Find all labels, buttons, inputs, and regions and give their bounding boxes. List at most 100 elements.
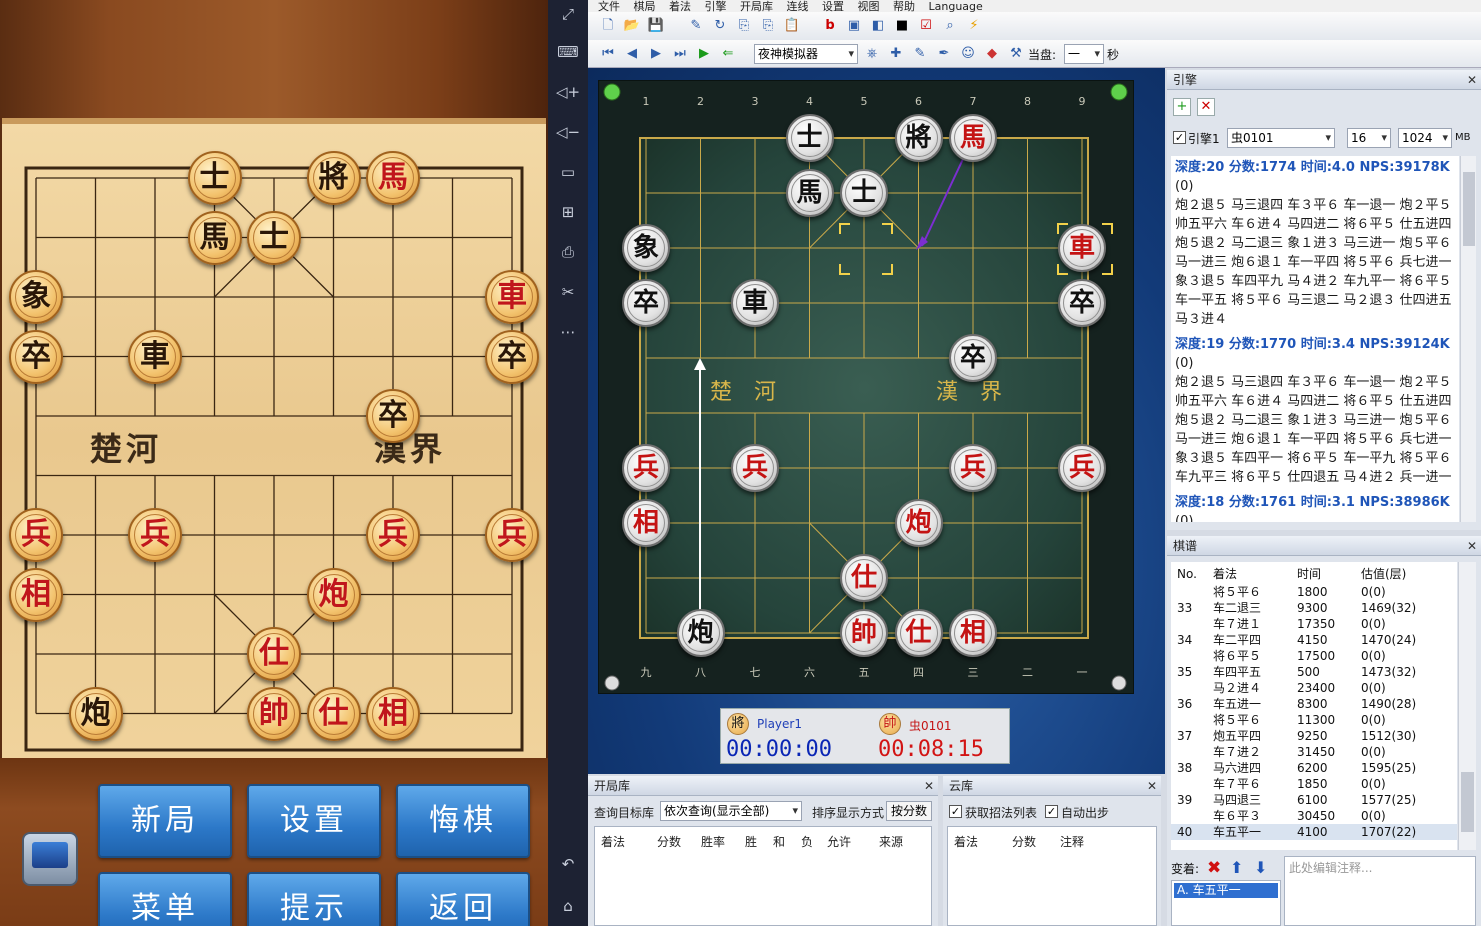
red-piece[interactable]: 相	[366, 686, 420, 741]
variation-list[interactable]: A. 车五平一	[1171, 880, 1281, 926]
user-icon[interactable]: ☺	[958, 44, 978, 64]
eraser-icon[interactable]: ◆	[982, 44, 1002, 64]
undo-button[interactable]: 悔棋	[396, 784, 530, 858]
table-row[interactable]: 37 炮五平四 9250 1512(30)	[1171, 728, 1457, 744]
fetch-list-checkbox[interactable]: ✓	[949, 805, 962, 818]
copy2-icon[interactable]: ⎘	[758, 16, 778, 36]
table-row[interactable]: 35 车四平五 500 1473(32)	[1171, 664, 1457, 680]
screen-icon[interactable]: ▭	[556, 160, 580, 184]
table-row[interactable]: 40 车五平一 4100 1707(22)	[1171, 824, 1457, 840]
wand-icon[interactable]: ⚒	[1006, 44, 1026, 64]
red-piece[interactable]: 兵	[1058, 444, 1106, 492]
black-piece[interactable]: 卒	[485, 329, 539, 384]
menu-engine[interactable]: 引擎	[705, 1, 727, 12]
play-icon[interactable]: ▶	[694, 44, 714, 64]
volume-up-icon[interactable]: ◁+	[556, 80, 580, 104]
first-move-icon[interactable]: ⏮	[598, 44, 618, 64]
move-down-icon[interactable]: ⬇	[1254, 858, 1267, 877]
table-row[interactable]: 车６平３ 30450 0(0)	[1171, 808, 1457, 824]
table-row[interactable]: 39 马四退三 6100 1577(25)	[1171, 792, 1457, 808]
black-piece[interactable]: 象	[622, 224, 670, 272]
hint-button[interactable]: 提示	[247, 872, 381, 926]
black-piece[interactable]: 車	[128, 329, 182, 384]
last-move-icon[interactable]: ⏭	[670, 44, 690, 64]
close-icon[interactable]: ✕	[1467, 536, 1477, 556]
table-row[interactable]: 马２进４ 23400 0(0)	[1171, 680, 1457, 696]
close-icon[interactable]: ✕	[1147, 776, 1157, 796]
cloud-table[interactable]: 着法 分数 注释	[947, 826, 1157, 926]
next-move-icon[interactable]: ▶	[646, 44, 666, 64]
moves-scrollbar[interactable]	[1458, 562, 1476, 850]
black-piece[interactable]: 士	[187, 151, 242, 205]
menu-language[interactable]: Language	[929, 1, 983, 12]
engine-output[interactable]: 深度:20 分数:1774 时间:4.0 NPS:39178K (0) 炮２退５…	[1171, 156, 1459, 522]
black-piece[interactable]: 象	[9, 270, 63, 324]
engine-scroll-thumb[interactable]	[1463, 172, 1475, 246]
engine-scrollbar[interactable]	[1460, 156, 1476, 522]
query-select[interactable]: 依次查询(显示全部)	[660, 801, 802, 821]
sort-button[interactable]: 按分数	[886, 801, 932, 821]
red-piece[interactable]: 相	[622, 499, 670, 547]
table-row[interactable]: 36 车五进一 8300 1490(28)	[1171, 696, 1457, 712]
new-file-icon[interactable]: 🗋	[598, 16, 618, 36]
menu-help[interactable]: 帮助	[893, 1, 915, 12]
black-piece[interactable]: 將	[894, 114, 943, 162]
engine-select[interactable]: 虫0101	[1227, 128, 1335, 148]
threads-select[interactable]: 16	[1347, 128, 1391, 148]
search-icon[interactable]: ⌕	[940, 16, 960, 36]
pen-icon[interactable]: ✒	[934, 44, 954, 64]
table-row[interactable]: 33 车二退三 9300 1469(32)	[1171, 600, 1457, 616]
red-piece[interactable]: 兵	[485, 508, 539, 562]
black-piece[interactable]: 卒	[1058, 279, 1106, 327]
black-piece[interactable]: 卒	[949, 334, 997, 382]
black-piece[interactable]: 卒	[9, 329, 63, 384]
table-row[interactable]: 车７进２ 31450 0(0)	[1171, 744, 1457, 760]
comment-field[interactable]: 此处编辑注释...	[1284, 856, 1476, 926]
moves-table[interactable]: No. 着法 时间 估值(层) 将５平６ 1800 0(0) 33 车二退三 9300 14…	[1171, 562, 1457, 850]
phone-board[interactable]: 楚河 漢界 士將馬馬士象車卒車卒卒兵兵兵兵相炮仕炮帥仕相	[2, 118, 546, 758]
prev-move-icon[interactable]: ◀	[622, 44, 642, 64]
black-piece[interactable]: 馬	[785, 169, 834, 217]
red-piece[interactable]: 馬	[366, 151, 420, 205]
black-piece[interactable]: 馬	[187, 210, 242, 265]
table-row[interactable]: 将５平６ 1800 0(0)	[1171, 584, 1457, 600]
window-icon[interactable]: ▣	[844, 16, 864, 36]
move-up-icon[interactable]: ⬆	[1230, 858, 1243, 877]
auto-move-checkbox[interactable]: ✓	[1045, 805, 1058, 818]
plus-icon[interactable]: ✚	[886, 44, 906, 64]
black-piece[interactable]: 士	[247, 210, 301, 265]
table-row[interactable]: 车７平６ 1850 0(0)	[1171, 776, 1457, 792]
volume-down-icon[interactable]: ◁−	[556, 120, 580, 144]
red-piece[interactable]: 兵	[949, 444, 997, 492]
lightning-icon[interactable]: ⚡	[964, 16, 984, 36]
hash-select[interactable]: 1024	[1398, 128, 1452, 148]
red-piece[interactable]: 仕	[894, 609, 943, 657]
menu-connect[interactable]: 连线	[787, 1, 809, 12]
red-piece[interactable]: 帥	[247, 686, 301, 741]
more-icon[interactable]: ⋯	[556, 320, 580, 344]
settings-button[interactable]: 设置	[247, 784, 381, 858]
engine-enable-checkbox[interactable]: ✓	[1173, 131, 1186, 144]
red-piece[interactable]: 炮	[894, 499, 943, 547]
save-icon[interactable]: 💾	[646, 16, 666, 36]
open-folder-icon[interactable]: 📂	[622, 16, 642, 36]
red-piece[interactable]: 相	[949, 609, 997, 657]
black-piece[interactable]: 車	[731, 279, 779, 327]
back-button[interactable]: 返回	[396, 872, 530, 926]
bold-b-icon[interactable]: b	[820, 16, 840, 36]
keyboard-icon[interactable]: ⌨	[556, 40, 580, 64]
red-piece[interactable]: 兵	[9, 508, 63, 562]
red-piece[interactable]: 車	[485, 270, 539, 324]
red-piece[interactable]: 相	[9, 567, 63, 622]
black-piece[interactable]: 將	[306, 151, 361, 205]
menu-game[interactable]: 棋局	[634, 1, 656, 12]
apk-install-icon[interactable]: ⊞	[556, 200, 580, 224]
table-row[interactable]: 将５平６ 11300 0(0)	[1171, 712, 1457, 728]
black-piece[interactable]: 卒	[622, 279, 670, 327]
moves-scroll-thumb[interactable]	[1461, 772, 1474, 832]
menu-file[interactable]: 文件	[598, 1, 620, 12]
delete-variation-icon[interactable]: ✖	[1207, 858, 1221, 878]
edit-icon[interactable]: ✎	[686, 16, 706, 36]
layout-icon[interactable]: ◧	[868, 16, 888, 36]
black-piece[interactable]: 士	[785, 114, 834, 162]
